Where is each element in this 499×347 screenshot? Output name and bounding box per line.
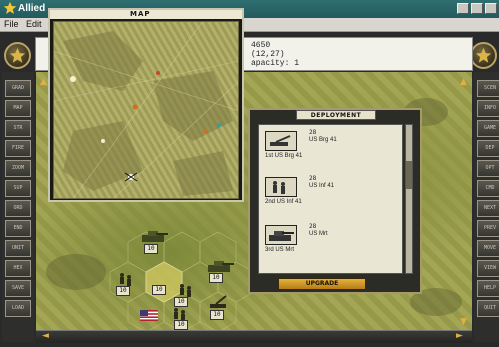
unit-portrait	[265, 225, 297, 245]
right-button-9[interactable]: MOVE	[477, 240, 499, 257]
game-screen: Allied File Edit 4650 (12,27) apacity: 1…	[0, 0, 499, 347]
left-button-3[interactable]: STR	[5, 120, 31, 137]
right-button-6[interactable]: CMD	[477, 180, 499, 197]
menu-file[interactable]: File	[4, 19, 19, 29]
right-button-5[interactable]: OPT	[477, 160, 499, 177]
right-button-8[interactable]: PREV	[477, 220, 499, 237]
unit-portrait	[265, 131, 297, 151]
unit-strength-counter: 10	[174, 297, 188, 307]
info-line-1: 4650	[251, 41, 271, 50]
left-button-1[interactable]: GRAD	[5, 80, 31, 97]
deployment-unit-row[interactable]: 28 US Mrt 3rd US Mrt	[263, 223, 401, 263]
star-icon	[475, 47, 492, 63]
scroll-right-arrow-icon[interactable]: ►	[456, 332, 463, 341]
left-button-9[interactable]: UNIT	[5, 240, 31, 257]
scroll-down-arrow-icon[interactable]: ▼	[460, 318, 467, 327]
left-star-badge[interactable]	[4, 42, 31, 69]
unit-number: 28	[309, 129, 317, 136]
tank-icon	[269, 231, 294, 241]
us-flag-icon	[140, 310, 158, 321]
unit-strength-counter: 10	[174, 320, 188, 330]
unit-strength-counter: 10	[152, 285, 166, 295]
menu-edit[interactable]: Edit	[26, 19, 42, 29]
unit-strength-counter: 10	[116, 286, 130, 296]
unit-name: US Brg 41	[309, 137, 337, 143]
right-button-1[interactable]: SCEN	[477, 80, 499, 97]
infantry-icon	[273, 181, 285, 194]
info-line-3: apacity: 1	[251, 59, 300, 68]
deployment-panel: DEPLOYMENT 28 US Brg 41 1st US Brg 41 28…	[248, 108, 422, 294]
infantry-icon[interactable]	[120, 273, 131, 286]
close-button[interactable]	[485, 3, 497, 14]
unit-label: 2nd US Inf 41	[265, 199, 302, 205]
left-button-10[interactable]: HEX	[5, 260, 31, 277]
scroll-left-arrow-icon[interactable]: ◄	[42, 332, 49, 341]
left-button-8[interactable]: END	[5, 220, 31, 237]
unit-strength-counter: 10	[210, 310, 224, 320]
right-button-panel: SCEN INFO GAME DEP OPT CMD NEXT PREV MOV…	[474, 72, 499, 342]
mini-map-titlebar[interactable]: MAP	[50, 10, 242, 19]
mini-map-frame	[53, 21, 239, 199]
tank-icon[interactable]	[142, 231, 168, 242]
deployment-title: DEPLOYMENT	[310, 112, 362, 119]
maximize-button[interactable]	[471, 3, 483, 14]
unit-strength-counter: 10	[209, 273, 223, 283]
mini-map-view[interactable]	[52, 20, 240, 200]
unit-name: US Mrt	[309, 231, 328, 237]
deployment-unit-row[interactable]: 28 US Inf 41 2nd US Inf 41	[263, 175, 401, 215]
left-button-11[interactable]: SAVE	[5, 280, 31, 297]
mini-map-window[interactable]: MAP	[48, 8, 244, 202]
artillery-icon[interactable]	[210, 295, 227, 308]
infantry-icon[interactable]	[180, 284, 191, 297]
right-button-10[interactable]: VIEW	[477, 260, 499, 277]
deployment-scrollbar[interactable]	[405, 124, 413, 274]
window-title: Allied	[18, 3, 46, 14]
scroll-up-arrow-icon[interactable]: ▲	[40, 78, 47, 87]
artillery-icon	[270, 135, 291, 146]
left-button-12[interactable]: LOAD	[5, 300, 31, 317]
scroll-up-arrow-icon[interactable]: ▲	[460, 78, 467, 87]
star-icon	[3, 1, 17, 14]
star-icon	[9, 47, 26, 63]
left-button-panel: GRAD MAP STR FIRE ZOOM SUP ORD END UNIT …	[2, 72, 34, 342]
left-button-4[interactable]: FIRE	[5, 140, 31, 157]
mini-map-title: MAP	[130, 10, 151, 18]
left-button-7[interactable]: ORD	[5, 200, 31, 217]
left-button-5[interactable]: ZOOM	[5, 160, 31, 177]
terrain-map[interactable]: 10 10 10 10 10 10 10 MAP DEPLOYMENT 28 U…	[36, 8, 472, 330]
bottom-scroll-bar[interactable]: ◄ ►	[36, 330, 472, 343]
right-button-12[interactable]: QUIT	[477, 300, 499, 317]
tank-icon[interactable]	[208, 261, 234, 272]
unit-number: 28	[309, 175, 317, 182]
deployment-titlebar[interactable]: DEPLOYMENT	[296, 110, 376, 120]
left-button-6[interactable]: SUP	[5, 180, 31, 197]
unit-label: 1st US Brg 41	[265, 153, 303, 159]
unit-portrait	[265, 177, 297, 197]
minimize-button[interactable]	[457, 3, 469, 14]
right-button-2[interactable]: INFO	[477, 100, 499, 117]
upgrade-button[interactable]: UPGRADE	[278, 278, 366, 290]
deployment-unit-row[interactable]: 28 US Brg 41 1st US Brg 41	[263, 129, 401, 169]
unit-name: US Inf 41	[309, 183, 335, 189]
unit-label: 3rd US Mrt	[265, 247, 295, 253]
right-star-badge[interactable]	[470, 42, 497, 69]
right-button-11[interactable]: HELP	[477, 280, 499, 297]
scrollbar-thumb[interactable]	[406, 161, 412, 189]
right-button-7[interactable]: NEXT	[477, 200, 499, 217]
right-button-4[interactable]: DEP	[477, 140, 499, 157]
unit-number: 28	[309, 223, 317, 230]
left-button-2[interactable]: MAP	[5, 100, 31, 117]
right-button-3[interactable]: GAME	[477, 120, 499, 137]
deployment-unit-list[interactable]: 28 US Brg 41 1st US Brg 41 28 US Inf 41 …	[258, 124, 403, 274]
unit-strength-counter: 10	[144, 244, 158, 254]
info-line-2: (12,27)	[251, 50, 285, 59]
